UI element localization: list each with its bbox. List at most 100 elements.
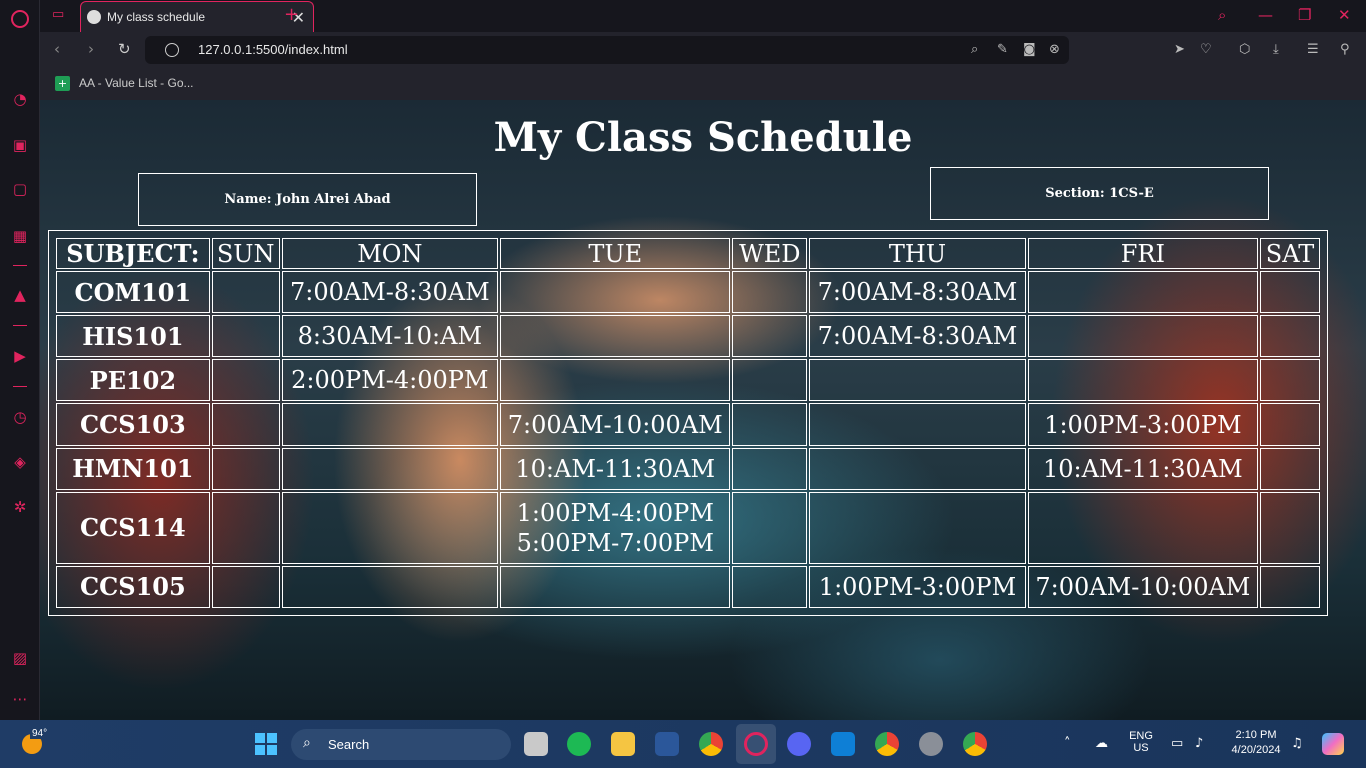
section-box: Section: 1CS-E (930, 167, 1269, 220)
tab-title: My class schedule (107, 10, 206, 24)
table-row: HIS101 8:30AM-10:AM 7:00AM-8:30AM (56, 315, 1320, 358)
table-cell (1260, 447, 1320, 490)
address-bar: ‹ › ↻ 127.0.0.1:5500/index.html ⌕ ✎ ◙ ⊗ … (40, 32, 1366, 68)
settings-gear-icon[interactable]: ✲ (9, 496, 31, 518)
extensions-cube-icon[interactable]: ◈ (9, 451, 31, 473)
search-placeholder: Search (328, 737, 370, 752)
adblock-icon[interactable]: ⊗ (1049, 42, 1060, 57)
chevron-up-icon[interactable]: ˄ (1064, 736, 1071, 751)
new-tab-button[interactable]: + (284, 4, 299, 25)
site-info-icon[interactable] (165, 43, 179, 57)
send-icon[interactable]: ➤ (1174, 42, 1185, 57)
table-row: PE102 2:00PM-4:00PM (56, 359, 1320, 402)
calendar-icon[interactable]: ▦ (9, 225, 31, 247)
table-cell (281, 447, 499, 490)
table-cell (732, 565, 808, 608)
zoom-icon[interactable]: ⌕ (971, 42, 978, 57)
shopping-bag-icon[interactable]: ▣ (9, 134, 31, 156)
table-cell (809, 447, 1026, 490)
forward-button[interactable]: › (88, 40, 94, 58)
table-cell (500, 315, 731, 358)
notification-bell-icon[interactable]: ♫ (1291, 736, 1303, 751)
table-cell (732, 491, 808, 564)
table-cell (281, 565, 499, 608)
extensions-icon[interactable]: ⬡ (1239, 42, 1250, 57)
file-explorer-icon[interactable] (611, 732, 635, 756)
table-cell (732, 403, 808, 446)
aria-icon[interactable]: ▲ (9, 284, 31, 306)
word-icon[interactable] (655, 732, 679, 756)
language-indicator[interactable]: ENG US (1124, 730, 1158, 754)
browser-sidebar: ◔ ▣ ▢ ▦ ▲ ▶ ◷ ◈ ✲ ▨ ⋯ (0, 0, 40, 720)
settings-icon[interactable] (919, 732, 943, 756)
table-row: COM101 7:00AM-8:30AM 7:00AM-8:30AM (56, 271, 1320, 314)
search-tabs-icon[interactable]: ⌕ (1218, 6, 1226, 24)
url-field[interactable]: 127.0.0.1:5500/index.html ⌕ ✎ ◙ ⊗ (145, 36, 1069, 64)
discord-icon[interactable] (787, 732, 811, 756)
subject-cell: COM101 (56, 271, 210, 314)
history-icon[interactable]: ◷ (9, 406, 31, 428)
table-cell (281, 403, 499, 446)
profile-icon[interactable]: ⚲ (1340, 42, 1350, 57)
close-window-button[interactable]: ✕ (1338, 6, 1351, 24)
minimize-button[interactable]: — (1258, 6, 1273, 24)
gx-game-icon[interactable]: ▭ (52, 7, 64, 22)
table-cell (211, 565, 280, 608)
task-view-icon[interactable] (524, 732, 548, 756)
vscode-icon[interactable] (831, 732, 855, 756)
volume-icon[interactable]: ♪ (1195, 736, 1203, 751)
sidebar-divider (13, 265, 27, 266)
opera-gx-icon[interactable] (744, 732, 768, 756)
speed-dial-icon[interactable]: ◔ (9, 88, 31, 110)
clock[interactable]: 2:10 PM 4/20/2024 (1222, 729, 1290, 756)
sidebar-divider (13, 386, 27, 387)
start-button[interactable] (255, 733, 277, 755)
player-icon[interactable]: ▶ (9, 345, 31, 367)
table-row: HMN101 10:AM-11:30AM 10:AM-11:30AM (56, 447, 1320, 490)
url-text: 127.0.0.1:5500/index.html (198, 42, 348, 57)
network-icon[interactable]: ▭ (1171, 736, 1183, 751)
region-code: US (1133, 742, 1149, 754)
subject-cell: CCS114 (56, 491, 210, 564)
header-cell: SAT (1260, 238, 1320, 269)
tab-my-class-schedule[interactable]: My class schedule ✕ (80, 1, 314, 32)
header-cell: THU (809, 238, 1026, 269)
back-button[interactable]: ‹ (54, 40, 60, 58)
camera-icon[interactable]: ◙ (1023, 42, 1036, 57)
chrome-icon[interactable] (963, 732, 987, 756)
downloads-icon[interactable]: ⤓ (1273, 42, 1279, 57)
table-cell (211, 447, 280, 490)
table-cell (1027, 271, 1259, 314)
more-dots-icon[interactable]: ⋯ (9, 688, 31, 710)
bookmark-item[interactable]: AA - Value List - Go... (79, 76, 194, 90)
table-cell (809, 359, 1026, 402)
header-cell: SUN (211, 238, 280, 269)
table-cell (1260, 271, 1320, 314)
onedrive-cloud-icon[interactable]: ☁ (1095, 736, 1108, 751)
reload-button[interactable]: ↻ (118, 40, 131, 58)
table-cell: 1:00PM-3:00PM (809, 565, 1026, 608)
restore-button[interactable]: ❐ (1298, 6, 1311, 24)
chrome-profile-icon[interactable] (875, 732, 899, 756)
spotify-icon[interactable] (567, 732, 591, 756)
copilot-icon[interactable] (1322, 733, 1344, 755)
opera-logo-icon[interactable] (11, 10, 29, 28)
subject-cell: CCS103 (56, 403, 210, 446)
twitch-icon[interactable]: ▢ (9, 178, 31, 200)
subject-cell: HIS101 (56, 315, 210, 358)
edit-icon[interactable]: ✎ (997, 42, 1008, 57)
table-cell (1260, 565, 1320, 608)
table-row: CCS103 7:00AM-10:00AM 1:00PM-3:00PM (56, 403, 1320, 446)
weather-temperature: 94° (30, 728, 50, 739)
easy-setup-icon[interactable]: ☰ (1307, 42, 1319, 57)
gallery-icon[interactable]: ▨ (9, 647, 31, 669)
table-cell (211, 403, 280, 446)
header-cell: FRI (1027, 238, 1259, 269)
table-cell (1260, 403, 1320, 446)
table-cell (211, 271, 280, 314)
subject-cell: HMN101 (56, 447, 210, 490)
subject-cell: PE102 (56, 359, 210, 402)
favorite-heart-icon[interactable]: ♡ (1200, 42, 1212, 57)
taskbar-search[interactable]: ⌕ Search (291, 729, 511, 760)
chrome-icon[interactable] (699, 732, 723, 756)
